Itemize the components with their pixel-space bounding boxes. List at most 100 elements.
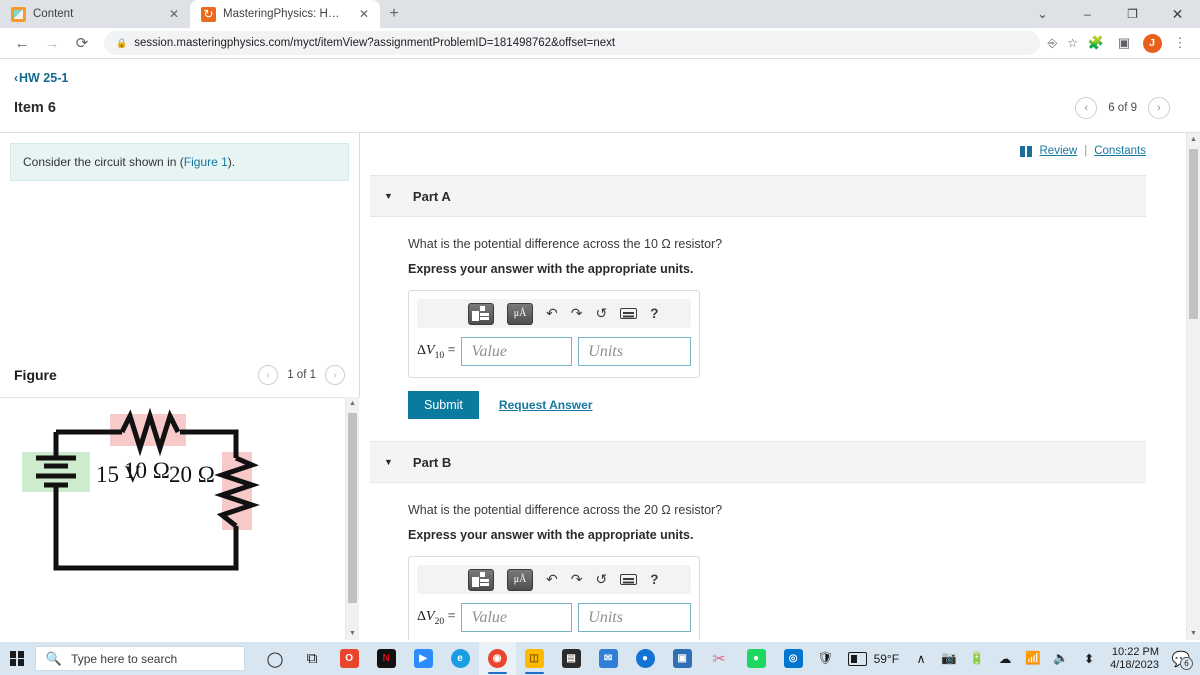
temperature-label: 59°F [873, 651, 900, 666]
windows-taskbar: 🔍 Type here to search ◯ ⧉ O N ▶ e ◉ ◫ ▤ … [0, 642, 1200, 675]
start-button[interactable] [0, 642, 35, 675]
reload-icon[interactable]: ⟳ [68, 29, 96, 57]
part-b-value-input[interactable]: Value [461, 603, 573, 632]
new-tab-button[interactable]: + [380, 0, 408, 28]
keyboard-icon[interactable] [620, 574, 638, 585]
scroll-thumb[interactable] [1189, 149, 1198, 319]
netflix-icon[interactable]: N [368, 642, 405, 675]
scroll-up-icon[interactable]: ▲ [346, 397, 359, 410]
prev-item-button[interactable]: ‹ [1075, 97, 1098, 119]
snipping-tool-icon[interactable]: ✂ [701, 642, 738, 675]
part-a: ▼ Part A What is the potential differenc… [370, 175, 1146, 419]
figure-scrollbar[interactable]: ▲ ▼ [345, 397, 359, 640]
part-b-header[interactable]: ▼ Part B [370, 441, 1146, 483]
part-b-units-input[interactable]: Units [578, 603, 691, 632]
star-icon[interactable]: ☆ [1067, 36, 1078, 50]
avatar[interactable]: J [1140, 31, 1164, 55]
undo-icon[interactable]: ↶ [546, 305, 558, 322]
part-a-question: What is the potential difference across … [408, 237, 723, 251]
expand-tray-icon[interactable]: ∧ [907, 642, 935, 675]
micro-angstrom-icon[interactable]: μÅ [507, 568, 533, 591]
close-icon[interactable]: ✕ [356, 6, 372, 22]
main-content: Consider the circuit shown in (Figure 1)… [0, 132, 1200, 640]
scroll-down-icon[interactable]: ▼ [346, 627, 359, 640]
sidepanel-icon[interactable]: ▣ [1112, 31, 1136, 55]
close-window-icon[interactable]: ✕ [1155, 0, 1200, 28]
cortana-blue-icon[interactable]: ● [627, 642, 664, 675]
onedrive-icon[interactable]: ☁ [991, 642, 1019, 675]
part-a-units-input[interactable]: Units [578, 337, 691, 366]
undo-icon[interactable]: ↶ [546, 571, 558, 588]
review-link[interactable]: Review [1040, 145, 1078, 157]
part-a-request-answer-link[interactable]: Request Answer [499, 398, 593, 412]
part-a-value-input[interactable]: Value [461, 337, 573, 366]
address-bar[interactable]: 🔒 session.masteringphysics.com/myct/item… [104, 31, 1040, 55]
office-icon[interactable]: O [331, 642, 368, 675]
cortana-icon[interactable]: ◯ [257, 642, 294, 675]
part-a-title: Part A [412, 188, 451, 204]
dell-icon[interactable]: ◎ [775, 642, 812, 675]
forward-icon[interactable]: → [38, 29, 66, 57]
part-a-submit-button[interactable]: Submit [408, 391, 479, 419]
browser-tab-masteringphysics[interactable]: MasteringPhysics: HW 25-1 ✕ [190, 0, 380, 28]
help-icon[interactable]: ? [650, 572, 658, 587]
browser-tab-content[interactable]: Content ✕ [0, 0, 190, 28]
next-item-button[interactable]: › [1148, 97, 1170, 119]
keyboard-icon[interactable] [620, 308, 638, 319]
prev-figure-button[interactable]: ‹ [258, 365, 279, 385]
remote-desktop-icon[interactable]: ▣ [664, 642, 701, 675]
volume-icon[interactable]: 🔈 [1047, 642, 1075, 675]
figure-link[interactable]: Figure 1 [184, 155, 228, 169]
template-icon[interactable] [468, 568, 494, 591]
close-icon[interactable]: ✕ [166, 6, 182, 22]
reset-icon[interactable]: ↺ [595, 571, 607, 588]
extensions-icon[interactable]: 🧩 [1084, 31, 1108, 55]
browser-toolbar: ← → ⟳ 🔒 session.masteringphysics.com/myc… [0, 28, 1200, 59]
breadcrumb[interactable]: ‹ HW 25-1 [14, 71, 68, 85]
constants-link[interactable]: Constants [1094, 145, 1146, 157]
help-icon[interactable]: ? [650, 306, 658, 321]
scroll-down-icon[interactable]: ▼ [1187, 627, 1200, 640]
share-icon[interactable]: ⎆ [1048, 36, 1058, 51]
maximize-icon[interactable]: ❐ [1110, 0, 1155, 28]
back-icon[interactable]: ← [8, 29, 36, 57]
microsoft-store-icon[interactable]: ▤ [553, 642, 590, 675]
part-a-header[interactable]: ▼ Part A [370, 175, 1146, 217]
chrome-menu-icon[interactable]: ⋮ [1168, 31, 1192, 55]
reset-icon[interactable]: ↺ [595, 305, 607, 322]
weather-widget[interactable]: 59°F [840, 651, 907, 666]
minimize-icon[interactable]: – [1065, 0, 1110, 28]
chevron-down-icon[interactable]: ▼ [384, 191, 393, 201]
template-icon[interactable] [468, 302, 494, 325]
collapse-icon[interactable]: ⌄ [1020, 0, 1065, 28]
task-view-icon[interactable]: ⧉ [294, 642, 331, 675]
taskbar-search[interactable]: 🔍 Type here to search [34, 646, 245, 671]
tab-title: Content [33, 8, 74, 20]
part-b-answer-box: μÅ ↶ ↷ ↺ ? ΔV20 = Value Units [408, 556, 700, 640]
chrome-icon[interactable]: ◉ [478, 642, 516, 675]
clock[interactable]: 10:22 PM 4/18/2023 [1103, 646, 1166, 672]
url-text: session.masteringphysics.com/myct/itemVi… [134, 37, 616, 49]
shield-icon[interactable]: 🛡 [812, 642, 840, 675]
next-figure-button[interactable]: › [325, 365, 345, 385]
chevron-down-icon[interactable]: ▼ [384, 457, 393, 467]
bluetooth-icon[interactable]: ⬍ [1075, 642, 1103, 675]
part-b-instruction: Express your answer with the appropriate… [408, 528, 694, 542]
battery-icon[interactable]: 🔋 [963, 642, 991, 675]
file-explorer-icon[interactable]: ◫ [516, 642, 553, 675]
micro-angstrom-icon[interactable]: μÅ [507, 302, 533, 325]
spotify-icon[interactable]: ● [738, 642, 775, 675]
search-icon: 🔍 [45, 650, 63, 666]
edge-icon[interactable]: e [442, 642, 479, 675]
redo-icon[interactable]: ↷ [571, 571, 583, 588]
scroll-thumb[interactable] [348, 413, 357, 603]
zoom-icon[interactable]: ▶ [405, 642, 442, 675]
notification-count: 6 [1180, 657, 1193, 670]
redo-icon[interactable]: ↷ [571, 305, 583, 322]
camera-icon[interactable]: 📷 [935, 642, 963, 675]
mail-icon[interactable]: ✉ [590, 642, 627, 675]
notification-icon[interactable]: 💬 6 [1166, 642, 1196, 675]
wifi-icon[interactable]: 📶 [1019, 642, 1047, 675]
page-scrollbar[interactable]: ▲ ▼ [1186, 133, 1200, 640]
scroll-up-icon[interactable]: ▲ [1187, 133, 1200, 146]
